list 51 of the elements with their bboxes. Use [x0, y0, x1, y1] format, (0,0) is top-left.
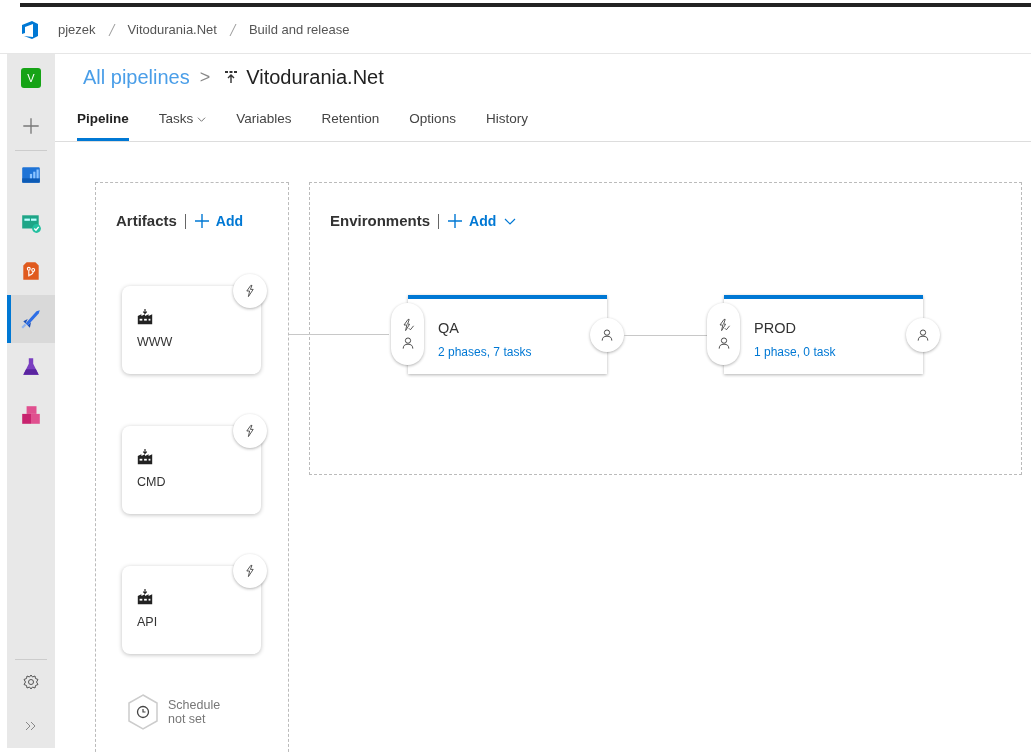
trigger-button[interactable] — [233, 274, 267, 308]
pre-deployment-button[interactable] — [707, 303, 740, 365]
post-deployment-button[interactable] — [590, 318, 624, 352]
boxes-icon[interactable] — [20, 404, 42, 426]
breadcrumb-link[interactable]: Build and release — [248, 20, 350, 40]
environment-name: PROD — [754, 319, 796, 338]
schedule-status: Schedule not set — [168, 698, 221, 726]
board-icon[interactable] — [20, 164, 42, 186]
artifact-name: WWW — [137, 334, 173, 351]
factory-icon — [136, 588, 154, 606]
tab[interactable]: Retention — [321, 100, 380, 141]
post-deployment-button[interactable] — [906, 318, 940, 352]
flask-icon[interactable] — [20, 356, 42, 378]
factory-icon — [136, 448, 154, 466]
tab[interactable]: Variables — [236, 100, 292, 141]
section-heading: Artifacts — [116, 211, 177, 231]
settings-icon[interactable] — [21, 672, 41, 692]
add-button[interactable]: Add — [193, 210, 244, 232]
environment-summary[interactable]: 2 phases, 7 tasks — [438, 343, 532, 361]
add-icon — [193, 213, 210, 230]
person-icon — [915, 327, 931, 343]
slash-icon — [228, 23, 237, 37]
tab[interactable]: Tasks — [158, 100, 207, 141]
slash-icon — [107, 23, 116, 37]
add-button[interactable]: Add — [447, 210, 517, 232]
breadcrumb-separator: > — [199, 65, 211, 89]
sidebar-item-selected[interactable] — [7, 295, 55, 343]
factory-icon — [136, 308, 154, 326]
checklist-icon[interactable] — [20, 212, 42, 234]
selection-indicator — [7, 295, 11, 343]
section-heading: Environments — [330, 211, 431, 231]
branch-icon[interactable] — [20, 260, 42, 282]
environment-summary[interactable]: 1 phase, 0 task — [754, 343, 836, 361]
environment-name: QA — [438, 319, 459, 338]
add-icon — [447, 213, 464, 230]
person-icon — [599, 327, 615, 343]
breadcrumb-link[interactable]: pjezek — [58, 20, 96, 40]
pipeline-title: Vitodurania.Net — [246, 65, 384, 90]
artifact-name: CMD — [137, 474, 166, 491]
add-icon[interactable] — [20, 115, 42, 137]
schedule-clock-icon[interactable] — [126, 693, 160, 731]
breadcrumb-link[interactable]: Vitodurania.Net — [127, 20, 217, 40]
trigger-button[interactable] — [233, 414, 267, 448]
logo-icon[interactable] — [20, 20, 40, 40]
pipeline-icon — [224, 70, 239, 84]
tab[interactable]: Options — [409, 100, 456, 141]
pre-deployment-button[interactable] — [391, 303, 424, 365]
trigger-button[interactable] — [233, 554, 267, 588]
tab[interactable]: History — [485, 100, 528, 141]
tab[interactable]: Pipeline — [77, 100, 129, 141]
artifact-name: API — [137, 614, 158, 631]
